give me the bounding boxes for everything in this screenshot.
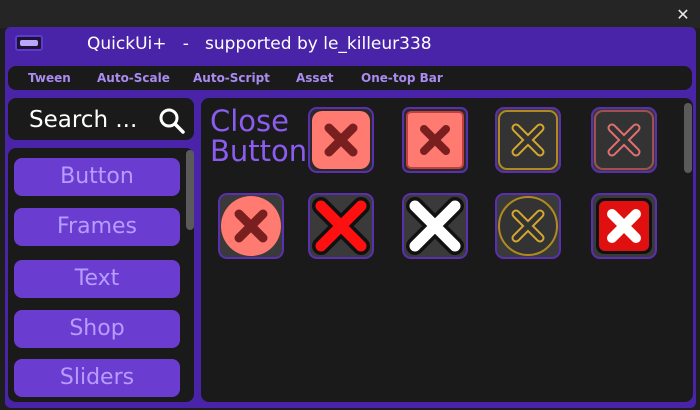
close-icon-salmon-circle[interactable]: [217, 192, 285, 260]
search-input[interactable]: Search ...: [29, 101, 137, 139]
close-icon-white-bold[interactable]: [401, 192, 469, 260]
category-text[interactable]: Text: [14, 260, 180, 298]
menu-item-tween[interactable]: Tween: [28, 66, 71, 90]
menu-item-auto-script[interactable]: Auto-Script: [193, 66, 270, 90]
menu-item-asset[interactable]: Asset: [296, 66, 333, 90]
close-icon-pink-outline[interactable]: [590, 106, 658, 174]
app-logo-icon: [15, 35, 43, 51]
close-icon-red-bold[interactable]: [307, 192, 375, 260]
close-icon-red-white[interactable]: [590, 192, 658, 260]
category-shop[interactable]: Shop: [14, 310, 180, 348]
os-title-strip: [0, 0, 700, 28]
category-frames[interactable]: Frames: [14, 208, 180, 246]
menu-item-one-top-bar[interactable]: One-top Bar: [361, 66, 443, 90]
category-scrollbar[interactable]: [186, 150, 194, 230]
window-title: QuickUi+ - supported by le_killeur338: [87, 34, 432, 54]
close-icon-gold-outline[interactable]: [494, 106, 562, 174]
close-icon-salmon-square[interactable]: [401, 106, 469, 174]
category-button[interactable]: Button: [14, 158, 180, 196]
close-icon-gold-circle[interactable]: [494, 192, 562, 260]
window-close-icon[interactable]: ✕: [666, 0, 700, 28]
category-sliders[interactable]: Sliders: [14, 359, 180, 397]
search-icon[interactable]: [158, 107, 186, 135]
menu-item-auto-scale[interactable]: Auto-Scale: [97, 66, 170, 90]
close-icon-salmon-rounded[interactable]: [307, 106, 375, 174]
content-scrollbar[interactable]: [684, 103, 692, 173]
section-label: Close Button.: [210, 104, 317, 168]
